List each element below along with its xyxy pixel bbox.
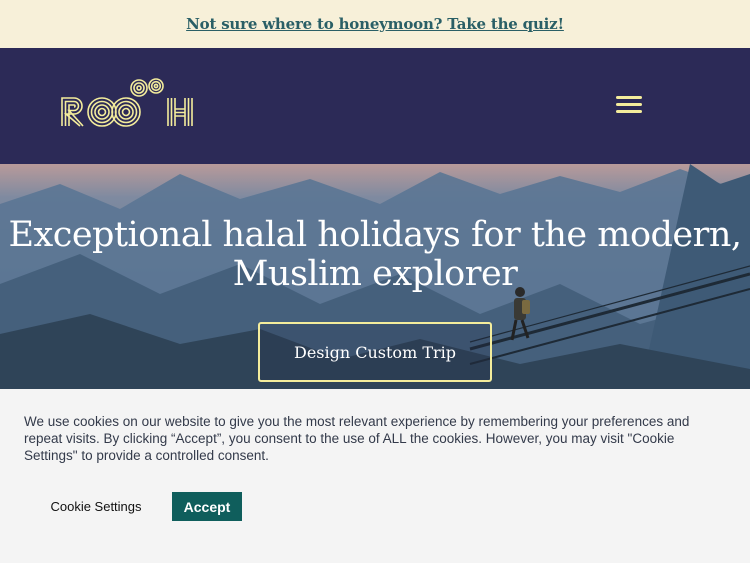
hero-section: Exceptional halal holidays for the moder… [0, 164, 750, 390]
hero-title: Exceptional halal holidays for the moder… [8, 215, 742, 294]
menu-bar-top [616, 96, 642, 99]
rooh-logo[interactable] [60, 78, 195, 130]
design-custom-trip-button[interactable]: Design Custom Trip [258, 322, 492, 382]
cookie-settings-button[interactable]: Cookie Settings [40, 492, 152, 520]
menu-bar-middle [616, 103, 642, 106]
site-header [0, 48, 750, 164]
cookie-message: We use cookies on our website to give yo… [24, 414, 690, 463]
hamburger-menu-icon[interactable] [616, 96, 644, 118]
promo-bar: Not sure where to honeymoon? Take the qu… [0, 0, 750, 48]
cookie-consent-banner: We use cookies on our website to give yo… [0, 389, 750, 563]
logo-mark [61, 78, 193, 127]
accept-cookies-button[interactable]: Accept [172, 492, 242, 521]
honeymoon-quiz-link[interactable]: Not sure where to honeymoon? Take the qu… [186, 15, 564, 33]
menu-bar-bottom [616, 110, 642, 113]
